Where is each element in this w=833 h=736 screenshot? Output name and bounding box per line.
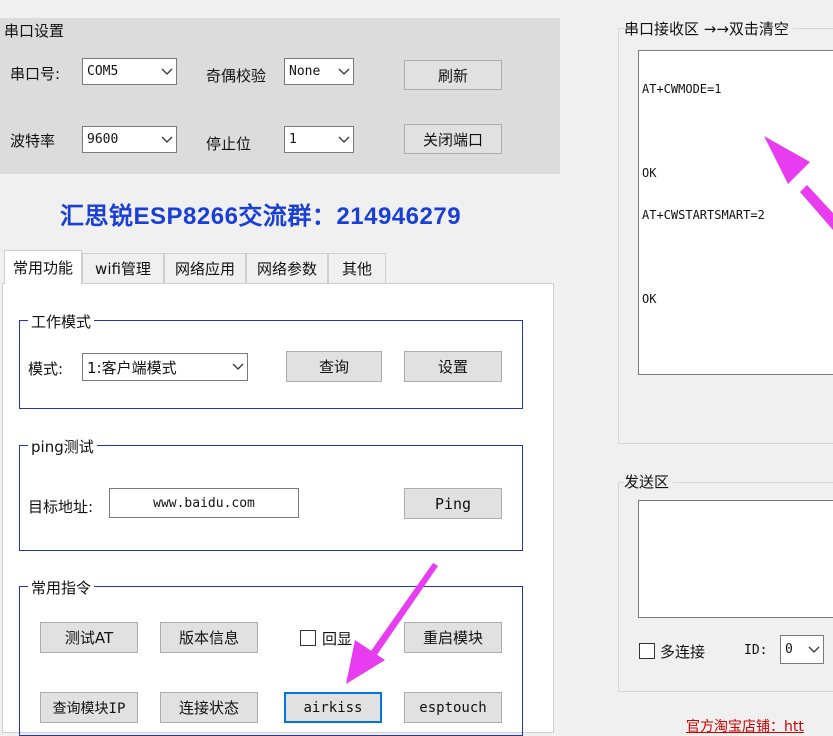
receive-line: OK	[642, 292, 657, 306]
chevron-down-icon	[335, 136, 353, 144]
tab-common[interactable]: 常用功能	[4, 250, 82, 284]
test-at-button[interactable]: 测试AT	[40, 622, 138, 653]
work-mode-title: 工作模式	[28, 311, 95, 332]
port-select[interactable]: COM5	[82, 58, 177, 85]
tab-wifi[interactable]: wifi管理	[82, 253, 164, 283]
baud-select[interactable]: 9600	[82, 126, 177, 153]
airkiss-button[interactable]: airkiss	[284, 692, 382, 723]
ping-title: ping测试	[28, 436, 97, 457]
baud-label: 波特率	[10, 132, 56, 150]
stopbit-value: 1	[289, 132, 297, 147]
set-mode-button[interactable]: 设置	[404, 351, 502, 382]
tab-network-app[interactable]: 网络应用	[164, 253, 246, 283]
esptouch-button[interactable]: esptouch	[404, 692, 502, 723]
mode-value: 1:客户端模式	[87, 358, 177, 377]
multi-connection-checkbox[interactable]	[639, 643, 655, 659]
receive-textarea[interactable]: AT+CWMODE=1 OK AT+CWSTARTSMART=2 OK	[638, 50, 833, 375]
multi-connection-label: 多连接	[660, 643, 706, 661]
connection-status-button[interactable]: 连接状态	[160, 692, 258, 723]
serial-settings-title: 串口设置	[4, 20, 65, 41]
refresh-button[interactable]: 刷新	[404, 60, 502, 90]
receive-line	[642, 124, 833, 138]
stopbit-label: 停止位	[206, 135, 252, 153]
version-info-button[interactable]: 版本信息	[160, 622, 258, 653]
query-mode-button[interactable]: 查询	[286, 351, 382, 382]
parity-value: None	[289, 64, 321, 79]
chevron-down-icon	[805, 646, 823, 654]
port-value: COM5	[87, 64, 119, 79]
mode-select[interactable]: 1:客户端模式	[82, 353, 248, 381]
send-title: 发送区	[624, 471, 674, 492]
ping-button[interactable]: Ping	[404, 488, 502, 519]
receive-line: AT+CWSTARTSMART=2	[642, 208, 765, 222]
id-value: 0	[785, 642, 793, 657]
common-commands-title: 常用指令	[28, 577, 95, 598]
echo-checkbox[interactable]	[300, 630, 316, 646]
query-ip-button[interactable]: 查询模块IP	[40, 692, 138, 723]
receive-line: OK	[642, 166, 657, 180]
parity-select[interactable]: None	[284, 58, 354, 85]
target-address-label: 目标地址:	[28, 498, 94, 516]
id-select[interactable]: 0	[780, 635, 824, 664]
stopbit-select[interactable]: 1	[284, 126, 354, 153]
echo-label: 回显	[322, 630, 353, 648]
parity-label: 奇偶校验	[206, 67, 267, 85]
baud-value: 9600	[87, 132, 119, 147]
close-port-button[interactable]: 关闭端口	[404, 124, 502, 154]
group-banner: 汇思锐ESP8266交流群：214946279	[60, 203, 462, 230]
tab-other[interactable]: 其他	[328, 253, 386, 283]
chevron-down-icon	[335, 68, 353, 76]
chevron-down-icon	[229, 363, 247, 371]
receive-line	[642, 250, 833, 264]
mode-label: 模式:	[28, 360, 64, 378]
id-label: ID:	[744, 643, 768, 658]
chevron-down-icon	[158, 136, 176, 144]
restart-module-button[interactable]: 重启模块	[404, 622, 502, 653]
taobao-store-link[interactable]: 官方淘宝店铺：htt	[686, 716, 804, 736]
receive-title: 串口接收区 →→双击清空	[624, 18, 793, 39]
receive-line: AT+CWMODE=1	[642, 82, 722, 96]
port-label: 串口号:	[10, 65, 61, 83]
target-address-input[interactable]: www.baidu.com	[109, 488, 299, 518]
tab-network-params[interactable]: 网络参数	[246, 253, 328, 283]
send-textarea[interactable]	[638, 500, 833, 618]
chevron-down-icon	[158, 68, 176, 76]
